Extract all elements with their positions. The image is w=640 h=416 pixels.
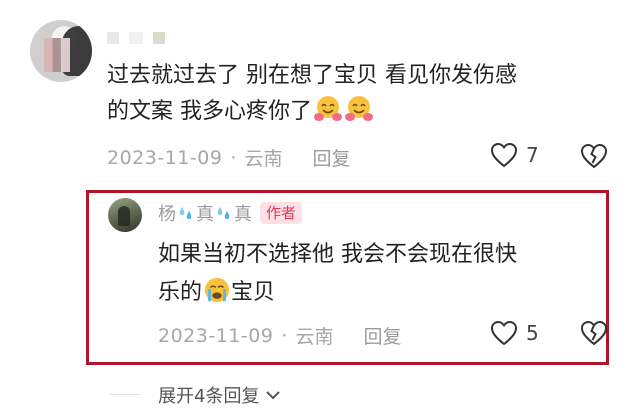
reply-text-line1: 如果当初不选择他 我会不会现在很快	[158, 242, 517, 267]
chevron-down-icon	[266, 391, 281, 400]
reply-date: 2023-11-09	[158, 324, 274, 347]
hugging-face-emoji-icon	[314, 96, 342, 121]
reply-location: 云南	[295, 326, 334, 348]
reply-author-name-char: 真	[196, 204, 214, 225]
heart-outline-icon	[490, 142, 518, 168]
heart-outline-icon	[490, 320, 518, 346]
avatar-mosaic-blur	[44, 38, 70, 72]
comment-date: 2023-11-09	[107, 146, 223, 169]
redacted-block	[153, 32, 165, 44]
reply-dislike-button[interactable]	[580, 320, 608, 350]
reply-text-line2b: 宝贝	[231, 280, 276, 305]
crying-face-emoji-icon	[204, 277, 230, 303]
comment-like-count: 7	[526, 143, 539, 167]
reply-text: 如果当初不选择他 我会不会现在很快 乐的 宝贝	[158, 236, 598, 312]
water-droplets-icon	[217, 207, 230, 219]
reply-author-name-char: 真	[234, 204, 252, 225]
meta-separator: ·	[230, 146, 237, 169]
reply-author-name[interactable]: 杨 真 真 作者	[158, 200, 303, 226]
comment-reply-button[interactable]: 回复	[312, 144, 350, 171]
reply-meta: 2023-11-09 · 云南 回复	[158, 322, 402, 349]
reply-author-avatar[interactable]	[108, 198, 142, 232]
redacted-block	[107, 32, 119, 44]
broken-heart-icon	[580, 143, 608, 169]
expand-divider-line	[110, 394, 140, 395]
comment-text: 过去就过去了 别在想了宝贝 看见你发伤感 的文案 我多心疼你了	[107, 58, 607, 130]
expand-replies-label: 展开4条回复	[158, 386, 260, 407]
comment-like-button[interactable]: 7	[490, 142, 539, 168]
hugging-face-emoji-icon	[345, 96, 373, 121]
comment-location: 云南	[244, 148, 283, 170]
broken-heart-icon	[580, 320, 608, 346]
redacted-block	[129, 32, 143, 44]
expand-replies-button[interactable]: 展开4条回复	[158, 382, 281, 408]
reply-like-button[interactable]: 5	[490, 320, 539, 346]
comment-meta: 2023-11-09 · 云南 回复	[107, 144, 351, 171]
reply-reply-button[interactable]: 回复	[363, 322, 401, 349]
author-badge: 作者	[260, 202, 303, 224]
comment-dislike-button[interactable]	[580, 143, 608, 173]
reply-like-count: 5	[526, 321, 539, 345]
reply-author-name-char: 杨	[158, 204, 176, 225]
meta-separator: ·	[281, 324, 288, 347]
reply-text-line2a: 乐的	[158, 280, 203, 305]
commenter-name-redacted	[107, 32, 165, 46]
comment-text-line1: 过去就过去了 别在想了宝贝 看见你发伤感	[107, 63, 517, 88]
water-droplets-icon	[179, 207, 192, 219]
comment-text-line2: 的文案 我多心疼你了	[107, 99, 312, 124]
commenter-avatar[interactable]	[30, 20, 92, 82]
